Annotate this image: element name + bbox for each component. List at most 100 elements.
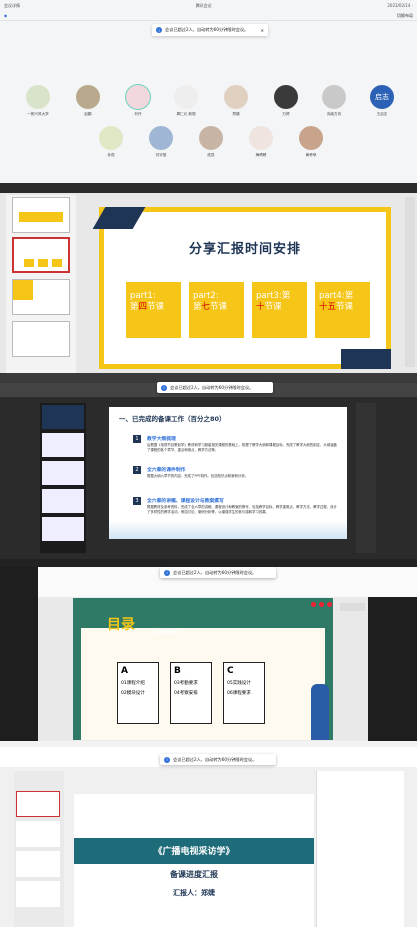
participant-avatar[interactable]: [299, 126, 323, 150]
meeting-brand[interactable]: 会议详情: [4, 3, 20, 9]
participant-avatar[interactable]: [174, 85, 198, 109]
schedule-part: part4:第 十五节课: [315, 282, 370, 338]
participant-avatar[interactable]: [322, 85, 346, 109]
participant-avatar[interactable]: 启志: [370, 85, 394, 109]
participant-avatar[interactable]: [249, 126, 273, 150]
notice-banner-4: i 会议已超过2人，自动转为60分钟限时会议。: [160, 754, 276, 765]
part-text-a: part3:第: [256, 291, 291, 301]
slide-thumbnail[interactable]: [12, 321, 70, 357]
part-text-c: 七: [201, 302, 211, 312]
part-text-a: part2:: [193, 291, 219, 301]
part-text-c: 四: [138, 302, 148, 312]
shield-icon[interactable]: ◆: [4, 13, 7, 18]
part-text-c: 十五: [319, 302, 337, 312]
properties-panel[interactable]: [316, 771, 404, 927]
meeting-title: 腾讯会议: [195, 2, 212, 8]
info-icon: i: [156, 27, 162, 33]
contents-letter: A: [121, 666, 128, 676]
participant-avatar[interactable]: [224, 85, 248, 109]
participant-name: 王启志: [376, 112, 388, 116]
participant-avatar[interactable]: [126, 85, 150, 109]
right-toolbar[interactable]: [405, 197, 415, 367]
participant-name: 一帆兴风大学: [27, 112, 49, 116]
meeting-titlebar: 会议详情 腾讯会议 2023/02/14 ·: [0, 0, 417, 11]
speaker-view-button[interactable]: 切换布局: [397, 13, 413, 19]
illustration-person: [311, 684, 329, 740]
avatar-initials: 启志: [375, 93, 389, 101]
slide-title-page: 《广播电视采访学》 备课进度汇报 汇报人：郑婕: [74, 794, 314, 927]
course-subtitle: 备课进度汇报: [170, 870, 218, 879]
slide-thumbnail[interactable]: [12, 197, 70, 233]
item-title: 全六章的课件制作: [147, 468, 186, 473]
slide-schedule: 分享汇报时间安排 part1: 第四节课 part2: 第七节课 part3:第 十节课 p…: [92, 207, 391, 369]
item-text: 后根据《电视节目策划学》教材和学习超星相关课程的基础上，梳理了教学大纲和课程目标…: [147, 443, 337, 452]
course-title: 《广播电视采访学》: [153, 847, 235, 857]
slide-heading: 一、已完成的备课工作（百分之80）: [119, 415, 226, 423]
participant-name: 周仁元 新丽: [176, 112, 196, 116]
contents-l2: 06课程要求: [227, 691, 251, 696]
participant-name: 梅晴晴: [255, 153, 267, 157]
meeting-notice-banner: i 会议已超过2人，自动转为60分钟限时会议。 ✕: [152, 24, 268, 36]
item-text: 根据教材及参考资料，完成了全六章的讲稿、课程设计和教案的撰写，包括教学目标、教学…: [147, 505, 337, 514]
contents-l1: 01课程介绍: [121, 681, 145, 686]
part-text-d: 节课: [210, 302, 228, 312]
part-text-b: 第: [130, 302, 139, 312]
notice-banner-2: i 会议已超过2人，自动转为60分钟限时会议。: [157, 382, 273, 393]
meeting-toolbar: ◆ 切换布局: [0, 11, 417, 21]
contents-column: B 03考勤要求 04考察安排: [170, 662, 212, 724]
item-title: 教学大纲梳理: [147, 437, 176, 442]
info-icon: i: [164, 756, 170, 763]
slide-thumbnail-active[interactable]: [12, 237, 70, 273]
participant-avatar[interactable]: [99, 126, 123, 150]
part-text-d: 节课: [336, 302, 354, 312]
participant-name: 刘宇莹: [155, 153, 167, 157]
contents-letter: B: [174, 666, 181, 676]
item-number: 2: [133, 466, 141, 474]
info-icon: i: [164, 569, 170, 576]
contents-letter: C: [227, 666, 234, 676]
item-number: 3: [133, 497, 141, 505]
part-text-c: 十: [256, 302, 265, 312]
contents-sub: CONTENTS: [151, 630, 182, 636]
notice-banner-3: i 会议已超过2人，自动转为60分钟限时会议。: [160, 567, 276, 578]
slide-thumbnail[interactable]: [12, 279, 70, 315]
participant-avatar[interactable]: [274, 85, 298, 109]
slide-title: 分享汇报时间安排: [188, 242, 301, 257]
meeting-timer: 2023/02/14 ·: [387, 3, 413, 8]
meeting-gallery: 会议详情 腾讯会议 2023/02/14 · ◆ 切换布局 i 会议已超过2人，…: [0, 0, 417, 183]
part-text-a: part4:第: [319, 291, 354, 301]
participant-name: 向南方向: [326, 112, 342, 116]
participant-name: 郑婕: [232, 112, 240, 116]
participant-name: 庞凯: [207, 153, 215, 157]
contents-l1: 05实践设计: [227, 681, 251, 686]
item-title: 全六章的讲稿、课程设计与教案撰写: [147, 499, 224, 504]
participant-name: 赵鹏: [84, 112, 92, 116]
info-icon: i: [161, 384, 167, 391]
participant-avatar[interactable]: [149, 126, 173, 150]
close-icon[interactable]: ✕: [260, 28, 264, 33]
schedule-part: part2: 第七节课: [189, 282, 244, 338]
part-text-d: 节课: [147, 302, 165, 312]
item-number: 1: [133, 435, 141, 443]
part-text-b: 第: [193, 302, 202, 312]
item-text: 根据大纲六章节的内容，完成了PPT制作。包括知识点和案例分析。: [147, 474, 249, 478]
participant-name: 刘丹: [134, 112, 142, 116]
contents-title: 目录: [107, 617, 135, 633]
participant-name: 黄菲菲: [305, 153, 317, 157]
participant-name: 万婷: [282, 112, 290, 116]
reporter-name: 汇报人：郑婕: [173, 889, 215, 897]
contents-l1: 03考勤要求: [174, 681, 198, 686]
schedule-part: part3:第 十节课: [252, 282, 307, 338]
participant-avatar[interactable]: [76, 85, 100, 109]
participant-avatar[interactable]: [26, 85, 50, 109]
contents-column: A 01课程介绍 02模块设计: [117, 662, 159, 724]
schedule-part: part1: 第四节课: [126, 282, 181, 338]
participant-avatar[interactable]: [199, 126, 223, 150]
slide-contents: 目录 CONTENTS A 01课程介绍 02模块设计 B 03考勤要求 04考察安排 C 0…: [73, 598, 333, 740]
part-text-a: part1:: [130, 291, 156, 301]
contents-column: C 05实践设计 06课程要求: [223, 662, 265, 724]
participant-name: 孙茹: [107, 153, 115, 157]
contents-l2: 02模块设计: [121, 691, 145, 696]
contents-l2: 04考察安排: [174, 691, 198, 696]
part-text-d: 节课: [264, 302, 282, 312]
